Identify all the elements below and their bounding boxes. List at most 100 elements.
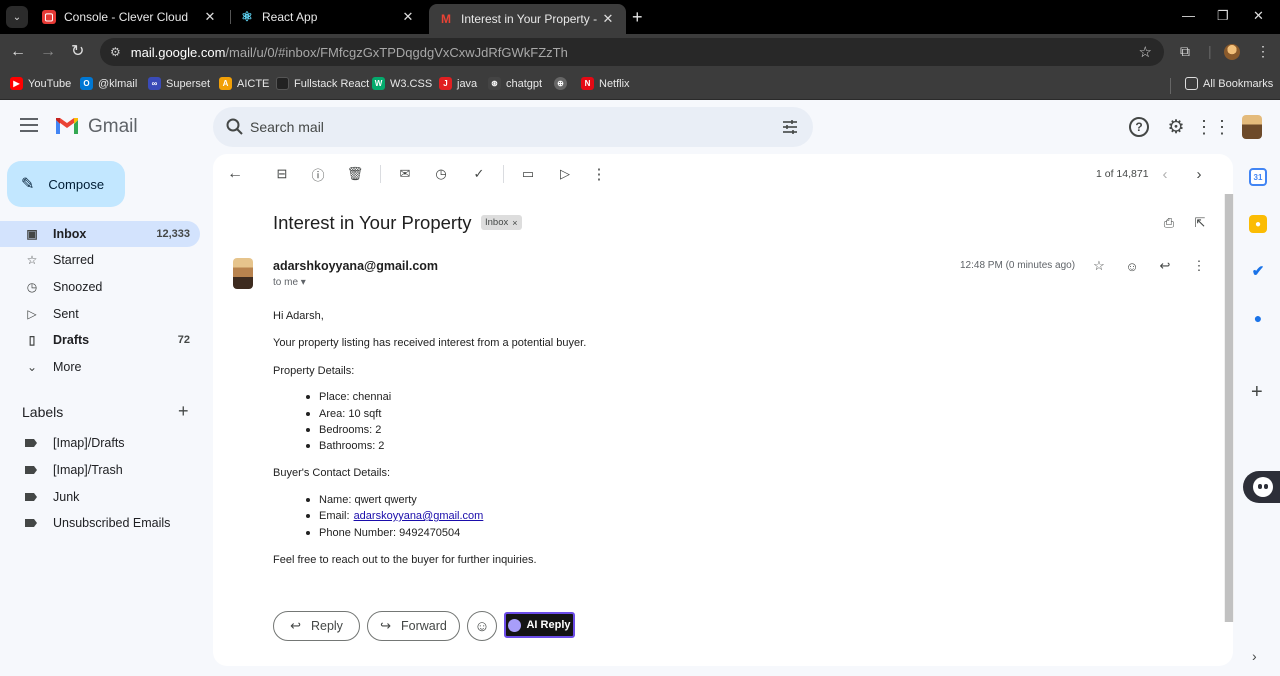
main-menu-icon[interactable] xyxy=(20,118,38,132)
compose-button[interactable]: ✎ Compose xyxy=(7,161,125,207)
list-item-text: Place: chennai xyxy=(319,391,392,403)
ai-reply-button[interactable]: AI Reply xyxy=(504,612,575,638)
star-icon[interactable]: ☆ xyxy=(1091,258,1107,274)
tab-react-app[interactable]: ⚛ React App ✕ xyxy=(230,0,426,34)
forward-icon[interactable]: → xyxy=(40,42,56,62)
browser-profile-avatar[interactable] xyxy=(1224,44,1240,60)
reply-icon[interactable]: ↩ xyxy=(1157,258,1173,274)
forward-button[interactable]: ↪ Forward xyxy=(367,611,460,641)
sender-email[interactable]: adarshkoyyana@gmail.com xyxy=(273,259,438,273)
apps-grid-icon[interactable]: ⋮⋮ xyxy=(1195,117,1231,137)
print-icon[interactable]: ⎙ xyxy=(1160,214,1178,232)
bookmark-superset[interactable]: ∞ Superset xyxy=(148,77,210,90)
email-timestamp: 12:48 PM (0 minutes ago) xyxy=(960,260,1076,271)
add-to-tasks-icon[interactable]: ✓ xyxy=(470,165,488,183)
extensions-icon[interactable]: ⧉ xyxy=(1180,43,1190,60)
toolbar-divider xyxy=(380,165,381,183)
account-avatar[interactable] xyxy=(1242,115,1262,139)
bookmark-youtube[interactable]: ▶ YouTube xyxy=(10,77,71,90)
tab-gmail-active[interactable]: M Interest in Your Property - adar ✕ xyxy=(429,4,626,34)
bookmark-chatgpt[interactable]: ⊛ chatgpt xyxy=(488,77,542,90)
search-input[interactable]: Search mail xyxy=(250,119,324,135)
reload-icon[interactable]: ↻ xyxy=(71,42,84,62)
bookmark-klmail[interactable]: O @klmail xyxy=(80,77,137,90)
emoji-reaction-button[interactable]: ☺ xyxy=(467,611,497,641)
sidebar-item-label: Starred xyxy=(53,253,94,267)
label-imap-trash[interactable]: [Imap]/Trash xyxy=(0,458,200,482)
back-to-inbox-icon[interactable]: ← xyxy=(226,165,244,183)
maximize-icon[interactable]: ❐ xyxy=(1217,8,1229,24)
recipient-details[interactable]: to me ▾ xyxy=(273,277,306,288)
sidebar-item-starred[interactable]: ☆ Starred xyxy=(0,247,200,273)
add-label-icon[interactable]: + xyxy=(178,401,189,422)
search-icon[interactable] xyxy=(225,117,245,137)
emoji-reaction-icon[interactable]: ☺ xyxy=(1124,258,1140,274)
forward-label: Forward xyxy=(401,619,447,633)
address-bar[interactable]: ⚙ mail.google.com /mail/u/0/#inbox/FMfcg… xyxy=(100,38,1164,66)
bookmark-netflix[interactable]: N Netflix xyxy=(581,77,630,90)
minimize-icon[interactable]: — xyxy=(1182,8,1195,23)
tab-search-button[interactable]: ⌄ xyxy=(6,6,28,28)
settings-gear-icon[interactable]: ⚙ xyxy=(1166,117,1186,138)
expand-side-panel-icon[interactable]: › xyxy=(1252,648,1257,664)
sidebar-item-more[interactable]: ⌄ More xyxy=(0,354,200,380)
search-options-icon[interactable] xyxy=(781,118,799,136)
keep-icon[interactable]: ● xyxy=(1249,215,1267,233)
tab-clever-cloud[interactable]: ▢ Console - Clever Cloud ✕ xyxy=(32,0,228,34)
report-spam-icon[interactable]: ⓘ xyxy=(309,165,327,183)
tasks-icon[interactable]: ✔ xyxy=(1249,262,1267,280)
label-junk[interactable]: Junk xyxy=(0,485,200,509)
close-icon[interactable]: ✕ xyxy=(600,11,616,27)
site-info-icon[interactable]: ⚙ xyxy=(110,45,121,59)
older-chevron-right-icon[interactable]: › xyxy=(1190,165,1208,183)
get-addons-icon[interactable]: + xyxy=(1251,381,1263,404)
bookmark-label: Netflix xyxy=(599,77,630,90)
back-icon[interactable]: ← xyxy=(10,42,26,62)
search-bar[interactable]: Search mail xyxy=(213,107,813,147)
more-options-icon[interactable]: ⋮ xyxy=(590,165,608,183)
contacts-icon[interactable]: ● xyxy=(1249,309,1267,327)
reply-button[interactable]: ↩ Reply xyxy=(273,611,360,641)
sender-avatar[interactable] xyxy=(233,258,253,289)
help-icon[interactable]: ? xyxy=(1129,117,1149,137)
mark-unread-icon[interactable]: ✉ xyxy=(396,165,414,183)
message-scrollbar-thumb[interactable] xyxy=(1225,194,1233,622)
open-new-window-icon[interactable]: ⇱ xyxy=(1191,214,1209,232)
remove-label-icon[interactable]: × xyxy=(512,218,517,228)
list-item: Name: qwert qwerty xyxy=(306,494,417,506)
buyer-email-link[interactable]: adarskoyyana@gmail.com xyxy=(354,510,484,522)
bookmark-w3css[interactable]: W W3.CSS xyxy=(372,77,432,90)
delete-icon[interactable]: 🗑 xyxy=(346,165,364,183)
sidebar-item-snoozed[interactable]: ◷ Snoozed xyxy=(0,274,200,300)
window-close-icon[interactable]: ✕ xyxy=(1253,8,1264,24)
bookmark-globe[interactable]: ⊕ xyxy=(554,77,572,90)
gmail-logo-icon[interactable] xyxy=(54,116,80,136)
sidebar-item-drafts[interactable]: ▯ Drafts 72 xyxy=(0,327,200,353)
label-tag-icon xyxy=(25,519,37,527)
close-icon[interactable]: ✕ xyxy=(400,9,416,25)
close-icon[interactable]: ✕ xyxy=(202,9,218,25)
new-tab-button[interactable]: + xyxy=(632,7,643,27)
bookmark-label: java xyxy=(457,77,478,90)
browser-tab-bar: ⌄ ▢ Console - Clever Cloud ✕ ⚛ React App… xyxy=(0,0,1280,34)
sidebar-item-sent[interactable]: ▷ Sent xyxy=(0,301,200,327)
inbox-badge[interactable]: Inbox × xyxy=(481,215,522,230)
archive-icon[interactable]: ⊟ xyxy=(273,165,291,183)
calendar-icon[interactable]: 31 xyxy=(1249,168,1267,186)
all-bookmarks-button[interactable]: All Bookmarks xyxy=(1185,77,1273,90)
bookmark-star-icon[interactable]: ☆ xyxy=(1139,43,1152,61)
newer-chevron-left-icon[interactable]: ‹ xyxy=(1156,165,1174,183)
more-options-icon[interactable]: ⋮ xyxy=(1191,258,1207,274)
folder-icon xyxy=(1185,77,1198,90)
sidebar-item-inbox[interactable]: ▣ Inbox 12,333 xyxy=(0,221,200,247)
move-to-icon[interactable]: ▭ xyxy=(519,165,537,183)
label-icon[interactable]: ▷ xyxy=(556,165,574,183)
bookmark-java[interactable]: J java xyxy=(439,77,477,90)
snooze-icon[interactable]: ◷ xyxy=(432,165,450,183)
browser-menu-icon[interactable]: ⋮ xyxy=(1256,43,1270,60)
label-unsubscribed-emails[interactable]: Unsubscribed Emails xyxy=(0,511,200,535)
ai-assistant-fab[interactable] xyxy=(1243,471,1280,503)
label-imap-drafts[interactable]: [Imap]/Drafts xyxy=(0,431,200,455)
bookmark-fullstack-react[interactable]: Fullstack React xyxy=(276,77,369,90)
bookmark-aicte[interactable]: A AICTE xyxy=(219,77,269,90)
